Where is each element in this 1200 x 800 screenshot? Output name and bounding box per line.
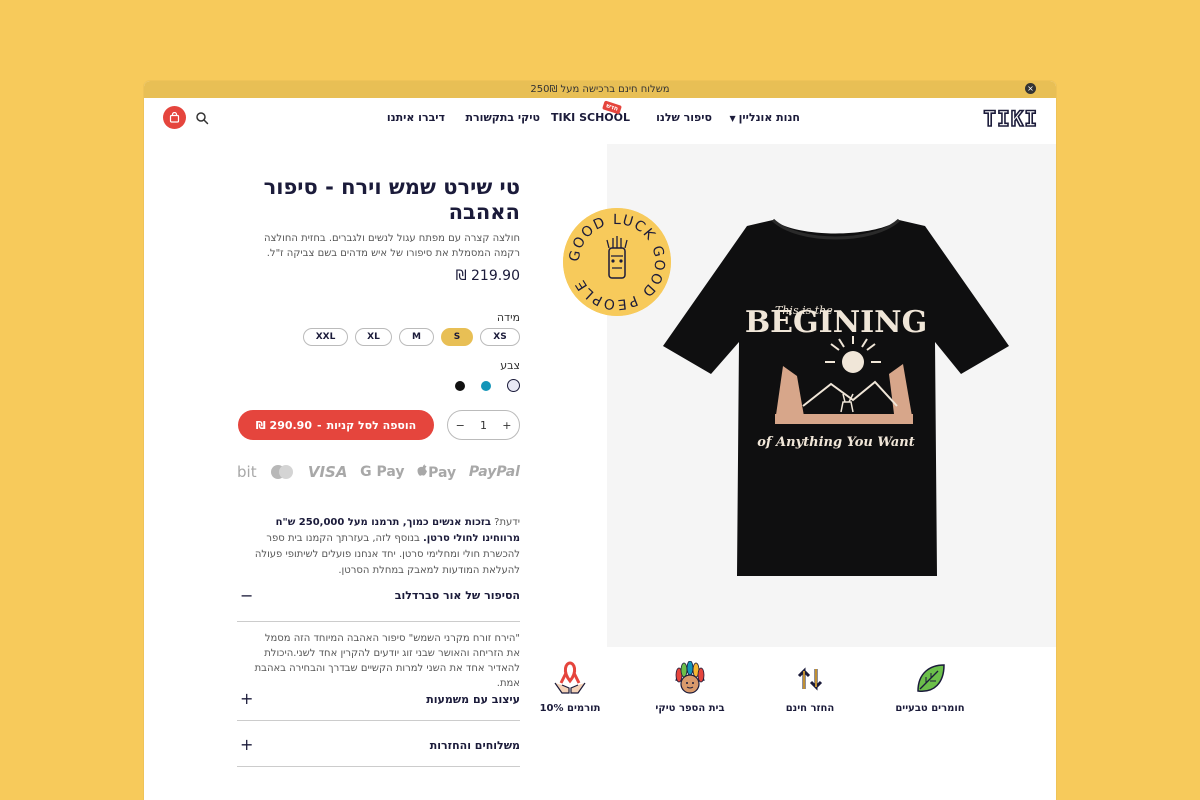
add-button-separator: - [317, 418, 322, 432]
accordion-title: עיצוב עם משמעות [426, 693, 520, 706]
nav-item-story[interactable]: סיפור שלנו [656, 111, 712, 124]
feature-label: בית הספר טיקי [655, 703, 725, 714]
logo[interactable]: TIKI [983, 106, 1038, 132]
accordion-body: "הירח זורח מקרני השמש" סיפור האהבה המיוח… [254, 633, 520, 689]
color-selector [455, 379, 520, 392]
promo-bar: משלוח חינם ברכישה מעל 250₪ × [144, 81, 1056, 98]
feature-donation: תורמים 10% [500, 661, 640, 714]
shirt-print-bottom: of Anything You Want [757, 435, 915, 450]
apple-pay-logo: Pay [417, 464, 456, 481]
close-icon[interactable]: × [1025, 83, 1036, 94]
bit-logo: bit [237, 463, 257, 481]
apple-pay-text: Pay [428, 464, 457, 481]
accordion-shipping[interactable]: משלוחים והחזרות + [237, 730, 520, 767]
mastercard-icon [271, 465, 294, 479]
product-description: חולצה קצרה עם מפתח עגול לנשים ולגברים. ב… [263, 233, 520, 259]
size-selector: XS S M XL XXL [303, 328, 520, 346]
product-image-area: GOOD LUCK GOOD PEOPLE This is the BEGINI… [563, 144, 1056, 647]
browser-window: משלוח חינם ברכישה מעל 250₪ × TIKI ▼ חנות … [144, 81, 1056, 800]
shopping-bag-icon [169, 112, 180, 123]
feature-label: החזר חינם [785, 703, 835, 714]
nav-shop-label: חנות אונליין [738, 111, 800, 124]
promo-text: משלוח חינם ברכישה מעל 250₪ [530, 84, 670, 95]
accordion-title: הסיפור של אור סברדלוב [394, 589, 520, 602]
google-pay-logo: G Pay [360, 464, 405, 480]
nav-item-media[interactable]: טיקי בתקשורת [466, 111, 540, 124]
quantity-value[interactable]: 1 [480, 419, 487, 432]
size-option-xl[interactable]: XL [355, 328, 392, 346]
size-option-xs[interactable]: XS [480, 328, 520, 346]
size-option-xxl[interactable]: XXL [303, 328, 348, 346]
feature-label: חומרים טבעיים [895, 703, 965, 714]
product-price: 219.90 ₪ [455, 268, 520, 284]
color-swatch-blue[interactable] [481, 380, 491, 391]
plus-icon[interactable]: + [240, 689, 253, 708]
apple-icon [417, 464, 428, 476]
tshirt-image[interactable]: This is the BEGINING of Anything You Wan… [663, 216, 1009, 582]
cart-button[interactable] [163, 106, 186, 129]
color-swatch-white[interactable] [507, 379, 520, 392]
chevron-down-icon: ▼ [729, 114, 736, 123]
search-icon[interactable] [195, 111, 209, 125]
feature-tiki-school: בית הספר טיקי [620, 661, 760, 714]
nav-item-school[interactable]: TIKI SCHOOL חדש [551, 100, 630, 124]
add-button-label: הוספה לסל קניות [326, 418, 417, 432]
visa-logo: VISA [307, 463, 348, 481]
accordion-story[interactable]: הסיפור של אור סברדלוב − [237, 577, 520, 622]
payment-methods: bit VISA G Pay Pay PayPal [237, 463, 520, 481]
size-option-m[interactable]: M [399, 328, 434, 346]
leaf-icon [917, 664, 945, 692]
accordion-design[interactable]: עיצוב עם משמעות + [237, 684, 520, 721]
nav-item-shop[interactable]: ▼ חנות אונליין [730, 111, 801, 124]
plus-icon[interactable]: + [240, 735, 253, 754]
site-header: TIKI ▼ חנות אונליין סיפור שלנו TIKI SCHOO… [144, 98, 1056, 138]
nav-item-contact[interactable]: דיברו איתנו [387, 111, 445, 124]
good-luck-badge: GOOD LUCK GOOD PEOPLE [563, 208, 671, 316]
add-button-price: 290.90 ₪ [255, 418, 312, 432]
did-know-prefix: ידעת? [490, 517, 520, 528]
product-title: טי שירט שמש וירח - סיפור האהבה [263, 175, 520, 224]
increase-button[interactable]: + [502, 419, 511, 432]
paypal-logo: PayPal [468, 464, 520, 480]
tiki-chief-icon [675, 661, 705, 694]
decrease-button[interactable]: − [456, 419, 465, 432]
feature-free-return: החזר חינם [740, 661, 880, 714]
size-option-s[interactable]: S [441, 328, 473, 346]
accordion-title: משלוחים והחזרות [429, 739, 520, 752]
size-label: מידה [496, 311, 520, 324]
exchange-arrows-icon [795, 664, 825, 694]
product-info: טי שירט שמש וירח - סיפור האהבה חולצה קצר… [237, 175, 520, 767]
color-label: צבע [500, 359, 520, 372]
feature-label: תורמים 10% [539, 703, 601, 714]
shirt-print-main: BEGINING [745, 305, 927, 340]
did-you-know-text: ידעת? בזכות אנשים כמוך, תרמנו מעל 250,00… [237, 515, 520, 579]
feature-natural: חומרים טבעיים [860, 661, 1000, 714]
add-to-cart-button[interactable]: הוספה לסל קניות - 290.90 ₪ [238, 410, 434, 440]
quantity-stepper: − 1 + [447, 410, 520, 440]
ribbon-hands-icon [554, 661, 586, 694]
minus-icon[interactable]: − [240, 586, 253, 605]
color-swatch-black[interactable] [455, 380, 465, 391]
